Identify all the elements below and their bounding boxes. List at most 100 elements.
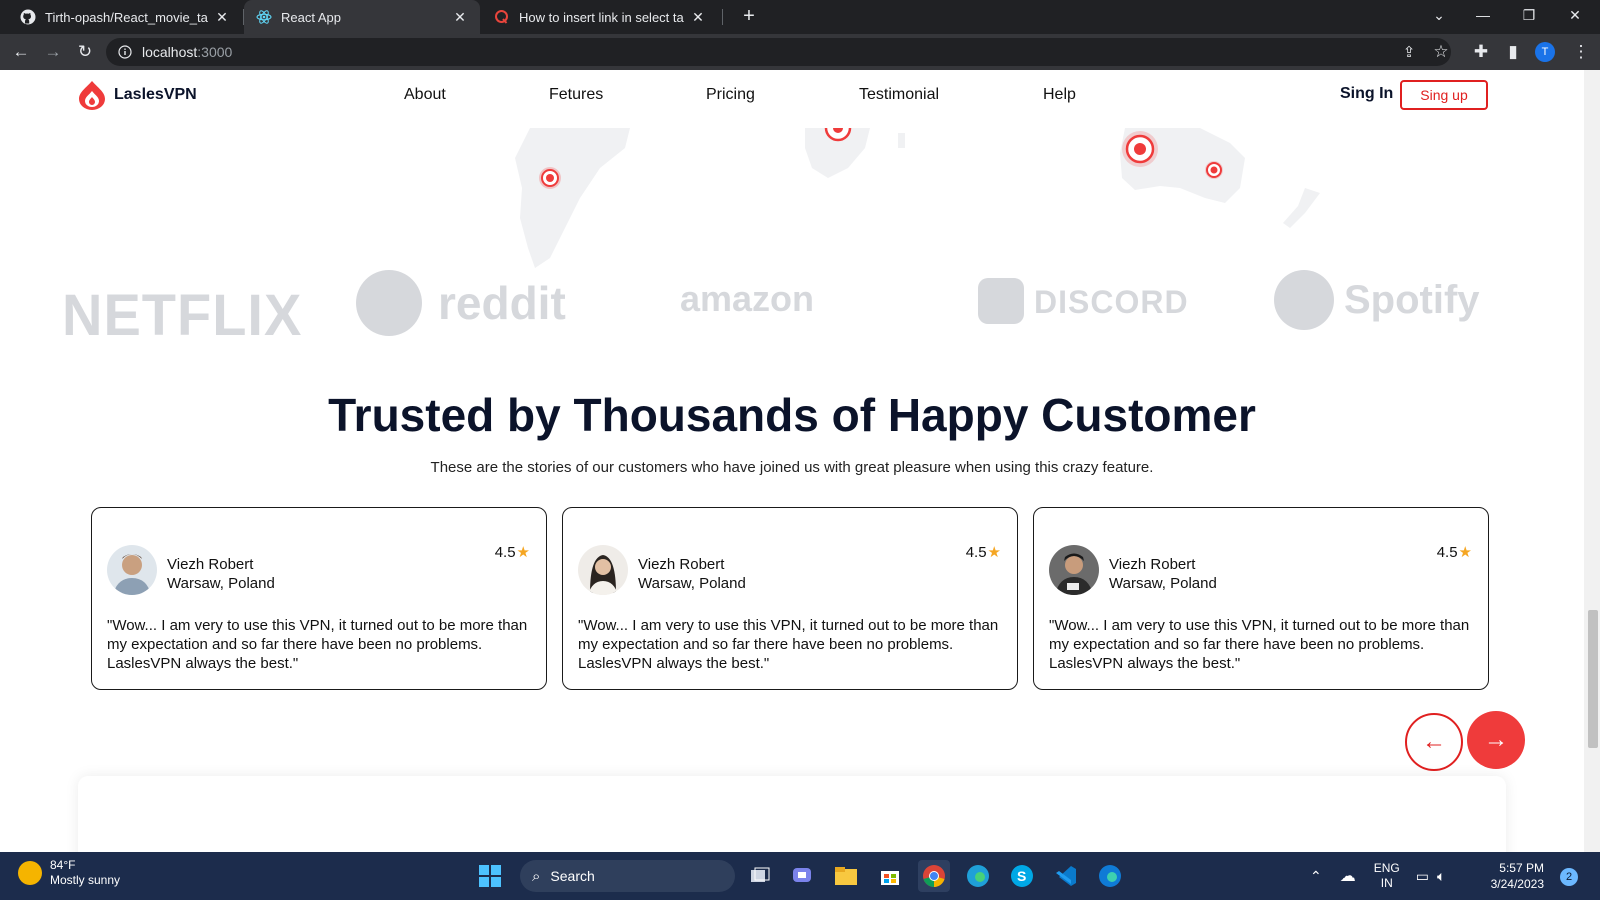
task-view-icon[interactable] <box>744 860 776 892</box>
close-icon[interactable]: ✕ <box>452 9 468 25</box>
avatar <box>107 545 157 595</box>
clock-date: 3/24/2023 <box>1490 877 1544 891</box>
rating: 4.5 ★ <box>965 543 1001 562</box>
store-icon[interactable] <box>874 860 906 892</box>
close-icon[interactable]: ✕ <box>690 9 706 25</box>
sun-icon <box>18 861 42 885</box>
forward-arrow-icon[interactable]: → <box>40 39 66 65</box>
testimonial-card: Viezh Robert Warsaw, Poland 4.5 ★ "Wow...… <box>91 507 547 690</box>
location-pin <box>824 128 852 142</box>
netflix-logo: NETFLIX <box>62 281 303 348</box>
nav-link-pricing[interactable]: Pricing <box>706 86 755 104</box>
file-explorer-icon[interactable] <box>830 860 862 892</box>
system-tray: ⌃ ☁ ENG IN ▭ 🔈︎ <box>1310 852 1445 900</box>
discord-logo: DISCORD <box>1034 284 1189 320</box>
side-panel-icon[interactable]: ▮ <box>1500 39 1526 65</box>
close-window-button[interactable]: ✕ <box>1552 0 1598 30</box>
nav-link-features[interactable]: Fetures <box>549 86 603 104</box>
nav-link-help[interactable]: Help <box>1043 86 1076 104</box>
reddit-logo-icon <box>356 270 422 336</box>
chrome-icon[interactable] <box>918 860 950 892</box>
new-tab-button[interactable]: + <box>738 6 760 28</box>
volume-icon[interactable]: 🔈︎ <box>1437 868 1445 885</box>
reload-icon[interactable]: ↻ <box>72 39 98 65</box>
clock-time: 5:57 PM <box>1499 861 1544 875</box>
scrollbar-thumb[interactable] <box>1588 610 1598 748</box>
testimonial-quote: "Wow... I am very to use this VPN, it tu… <box>107 617 528 672</box>
customer-location: Warsaw, Poland <box>1109 575 1217 592</box>
page-viewport: LaslesVPN About Fetures Pricing Testimon… <box>0 70 1584 852</box>
customer-name: Viezh Robert <box>167 556 254 573</box>
react-icon <box>256 10 272 24</box>
avatar <box>1049 545 1099 595</box>
vscode-icon[interactable] <box>1050 860 1082 892</box>
location-pin <box>539 167 561 189</box>
bookmark-star-icon[interactable]: ☆ <box>1428 39 1454 65</box>
rating-value: 4.5 <box>494 543 516 561</box>
rating: 4.5 ★ <box>494 543 530 562</box>
browser-tab[interactable]: Tirth-opash/React_movie_task ✕ <box>8 0 242 34</box>
nav-link-testimonial[interactable]: Testimonial <box>859 86 939 104</box>
rating-value: 4.5 <box>1436 543 1458 561</box>
reddit-logo: reddit <box>438 277 566 329</box>
tab-search-icon[interactable]: ⌄ <box>1416 0 1462 30</box>
skype-icon[interactable]: S <box>1006 860 1038 892</box>
tab-title: Tirth-opash/React_movie_task <box>45 9 208 25</box>
site-logo[interactable]: LaslesVPN <box>78 80 197 110</box>
weather-temperature: 84°F <box>50 858 76 872</box>
url-port: :3000 <box>197 44 233 60</box>
search-label: Search <box>550 868 595 884</box>
site-navbar: LaslesVPN About Fetures Pricing Testimon… <box>0 70 1584 128</box>
carousel-next-button[interactable]: → <box>1467 711 1525 769</box>
quora-icon <box>495 10 508 24</box>
teams-chat-icon[interactable] <box>786 860 818 892</box>
newsletter-card <box>78 776 1506 852</box>
sign-in-link[interactable]: Sing In <box>1340 85 1393 103</box>
svg-text:S: S <box>1017 868 1026 884</box>
minimize-button[interactable]: — <box>1460 0 1506 30</box>
carousel-prev-button[interactable]: ← <box>1405 713 1463 771</box>
share-icon[interactable]: ⇪ <box>1396 39 1422 65</box>
arrow-right-icon: → <box>1484 726 1508 753</box>
notification-badge[interactable]: 2 <box>1560 868 1578 886</box>
address-bar[interactable]: localhost:3000 <box>106 38 1451 66</box>
edge-icon[interactable] <box>962 860 994 892</box>
star-icon: ★ <box>987 544 1001 561</box>
onedrive-cloud-icon[interactable]: ☁ <box>1340 866 1356 886</box>
rating: 4.5 ★ <box>1436 543 1472 562</box>
star-icon: ★ <box>516 544 530 561</box>
close-icon[interactable]: ✕ <box>214 9 230 25</box>
rating-value: 4.5 <box>965 543 987 561</box>
testimonial-quote: "Wow... I am very to use this VPN, it tu… <box>1049 617 1470 672</box>
language-indicator[interactable]: ENG IN <box>1374 861 1400 891</box>
browser-tab-strip: Tirth-opash/React_movie_task ✕ React App… <box>0 0 1600 34</box>
menu-kebab-icon[interactable]: ⋮ <box>1568 39 1594 65</box>
browser-toolbar: ← → ↻ localhost:3000 ⇪ ☆ ✚ ▮ ⋮ <box>0 34 1600 70</box>
customer-location: Warsaw, Poland <box>638 575 746 592</box>
restore-button[interactable]: ❐ <box>1506 0 1552 30</box>
taskbar-search[interactable]: ⌕ Search <box>520 860 735 892</box>
browser-tab-active[interactable]: React App ✕ <box>244 0 480 34</box>
nav-link-about[interactable]: About <box>404 86 446 104</box>
discord-logo-icon <box>978 278 1024 324</box>
extensions-puzzle-icon[interactable]: ✚ <box>1468 39 1494 65</box>
section-subheading: These are the stories of our customers w… <box>430 459 1154 476</box>
profile-avatar[interactable]: T <box>1535 42 1555 62</box>
weather-widget[interactable]: 84°F Mostly sunny <box>18 858 120 888</box>
avatar <box>578 545 628 595</box>
github-icon <box>20 9 36 25</box>
clock[interactable]: 5:57 PM 3/24/2023 <box>1490 860 1544 892</box>
star-icon: ★ <box>1458 544 1472 561</box>
tab-title: React App <box>281 9 341 25</box>
back-arrow-icon[interactable]: ← <box>8 39 34 65</box>
language-code: ENG <box>1373 861 1400 875</box>
edge-dev-icon[interactable] <box>1094 860 1126 892</box>
browser-tab[interactable]: How to insert link in select tag in ✕ <box>482 0 718 34</box>
network-icon[interactable]: ▭ <box>1416 868 1429 885</box>
flame-logo-icon <box>79 81 105 110</box>
spotify-logo-icon <box>1274 270 1334 330</box>
chevron-up-icon[interactable]: ⌃ <box>1310 868 1322 885</box>
testimonial-quote: "Wow... I am very to use this VPN, it tu… <box>578 617 999 672</box>
sign-up-button[interactable]: Sing up <box>1400 80 1488 110</box>
windows-start-icon[interactable] <box>474 860 506 892</box>
